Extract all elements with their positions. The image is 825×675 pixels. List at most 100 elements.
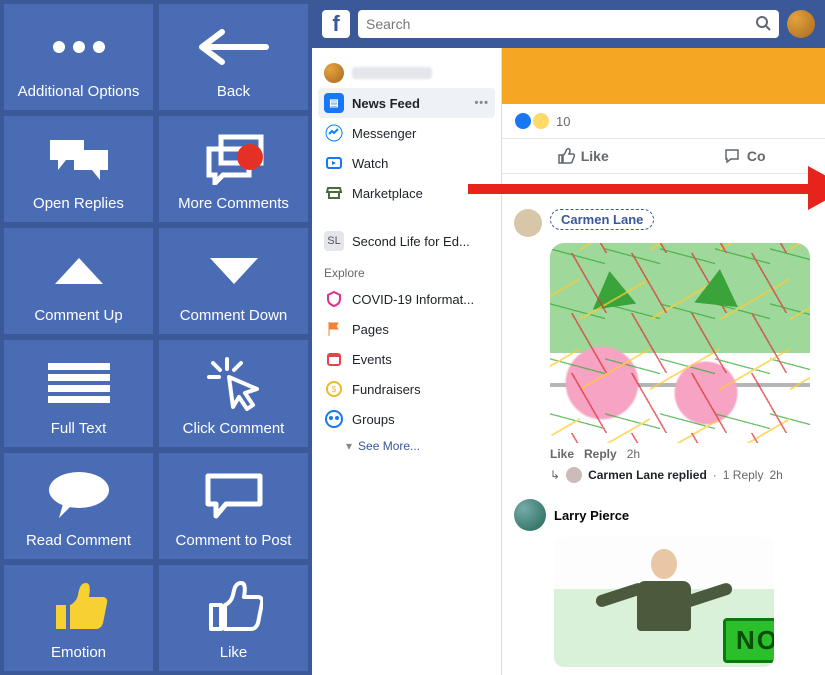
tile-label: Click Comment	[183, 420, 285, 441]
reactions-row[interactable]: 10	[502, 104, 825, 138]
comment-like-link[interactable]: Like	[550, 447, 574, 461]
tile-open-replies[interactable]: Open Replies	[4, 116, 153, 222]
reaction-haha-icon	[532, 112, 550, 130]
tile-click-comment[interactable]: Click Comment	[159, 340, 308, 446]
triangle-down-icon	[161, 234, 306, 307]
marketplace-icon	[324, 183, 344, 203]
groups-icon	[324, 409, 344, 429]
commenter-avatar[interactable]	[514, 499, 546, 531]
commenter-avatar[interactable]	[514, 209, 542, 237]
comment-image[interactable]: NO	[554, 537, 774, 667]
no-sign-text: NO	[723, 618, 774, 663]
commenter-name[interactable]: Carmen Lane	[550, 209, 654, 230]
tile-emotion[interactable]: Emotion	[4, 565, 153, 671]
comment-button[interactable]: Co	[664, 139, 825, 173]
comment-2-header: Larry Pierce	[502, 499, 825, 531]
highlight-indicator-icon	[237, 144, 263, 170]
tile-label: Read Comment	[26, 532, 131, 553]
sidebar-item-group-shortcut[interactable]: SL Second Life for Ed...	[318, 226, 495, 256]
sidebar-label: Watch	[352, 156, 388, 171]
tile-label: Back	[217, 83, 250, 104]
svg-text:$: $	[332, 385, 337, 394]
assistive-grid: Additional Options Back Open Replies Mor…	[0, 0, 312, 675]
fundraisers-icon: $	[324, 379, 344, 399]
tile-label: Emotion	[51, 644, 106, 665]
sidebar-item-watch[interactable]: Watch	[318, 148, 495, 178]
comment-timestamp: 2h	[627, 447, 640, 461]
search-icon	[755, 15, 771, 34]
tile-label: Additional Options	[18, 83, 140, 104]
tile-label: Like	[220, 644, 248, 665]
sidebar-item-pages[interactable]: Pages	[318, 314, 495, 344]
tile-label: Full Text	[51, 420, 107, 441]
tile-additional-options[interactable]: Additional Options	[4, 4, 153, 110]
search-input[interactable]: Search	[358, 10, 779, 38]
facebook-logo-icon[interactable]: f	[322, 10, 350, 38]
triangle-up-icon	[6, 234, 151, 307]
comment-outline-icon	[161, 459, 306, 532]
tile-full-text[interactable]: Full Text	[4, 340, 153, 446]
sidebar-item-messenger[interactable]: Messenger	[318, 118, 495, 148]
sidebar-see-more[interactable]: ▾ See More...	[318, 434, 495, 458]
thumbs-up-icon	[557, 147, 575, 165]
tile-label: More Comments	[178, 195, 289, 216]
search-placeholder: Search	[366, 16, 755, 32]
view-more-comments-link[interactable]: View 3 more comments	[502, 174, 825, 205]
speech-bubble-solid-icon	[6, 459, 151, 532]
fb-feed: 10 Like Co View 3 more comments Carmen L…	[502, 48, 825, 675]
post-cover-banner	[502, 48, 825, 104]
sidebar-item-marketplace[interactable]: Marketplace	[318, 178, 495, 208]
thumbs-up-solid-icon	[6, 571, 151, 644]
profile-name-redacted	[352, 67, 432, 79]
sidebar-item-fundraisers[interactable]: $ Fundraisers	[318, 374, 495, 404]
comment-icon	[723, 147, 741, 165]
sidebar-section-header: Explore	[318, 256, 495, 284]
sidebar-item-profile[interactable]	[318, 58, 495, 88]
like-button[interactable]: Like	[502, 139, 664, 173]
sidebar-item-groups[interactable]: Groups	[318, 404, 495, 434]
text-lines-icon	[6, 346, 151, 419]
tile-comment-up[interactable]: Comment Up	[4, 228, 153, 334]
reply-arrow-icon: ↳	[550, 468, 560, 482]
back-arrow-icon	[161, 10, 306, 83]
tile-label: Open Replies	[33, 195, 124, 216]
tile-label: Comment to Post	[176, 532, 292, 553]
tile-like[interactable]: Like	[159, 565, 308, 671]
facebook-window: f Search ▤ News Feed ••• Messenger	[312, 0, 825, 675]
reaction-count: 10	[556, 114, 570, 129]
comment-meta: Like Reply 2h	[550, 443, 813, 467]
see-more-label: See More...	[358, 439, 420, 453]
fb-topbar: f Search	[312, 0, 825, 48]
group-icon: SL	[324, 231, 344, 251]
sidebar-label: COVID-19 Informat...	[352, 292, 474, 307]
sidebar-item-covid[interactable]: COVID-19 Informat...	[318, 284, 495, 314]
sidebar-label: Marketplace	[352, 186, 423, 201]
tile-comment-down[interactable]: Comment Down	[159, 228, 308, 334]
more-dots-icon[interactable]: •••	[474, 97, 489, 109]
sidebar-item-events[interactable]: Events	[318, 344, 495, 374]
chevron-down-icon: ▾	[346, 439, 352, 453]
sidebar-item-news-feed[interactable]: ▤ News Feed •••	[318, 88, 495, 118]
sidebar-label: Fundraisers	[352, 382, 421, 397]
tile-label: Comment Down	[180, 307, 288, 328]
profile-avatar[interactable]	[787, 10, 815, 38]
sidebar-label: Groups	[352, 412, 395, 427]
tile-read-comment[interactable]: Read Comment	[4, 453, 153, 559]
events-calendar-icon	[324, 349, 344, 369]
comment-image[interactable]	[550, 243, 810, 443]
avatar-icon	[324, 63, 344, 83]
tile-back[interactable]: Back	[159, 4, 308, 110]
like-label: Like	[581, 148, 609, 164]
comment-reply-link[interactable]: Reply	[584, 447, 617, 461]
reaction-like-icon	[514, 112, 532, 130]
reply-count: 1 Reply	[723, 468, 764, 482]
figure-person-icon	[629, 549, 699, 659]
more-dots-icon	[6, 10, 151, 83]
reply-summary[interactable]: ↳ Carmen Lane replied · 1 Reply 2h	[550, 467, 813, 491]
speech-bubbles-icon	[6, 122, 151, 195]
sidebar-label: News Feed	[352, 96, 420, 111]
post-action-bar: Like Co	[502, 138, 825, 174]
tile-comment-to-post[interactable]: Comment to Post	[159, 453, 308, 559]
commenter-name[interactable]: Larry Pierce	[554, 508, 629, 523]
tile-more-comments[interactable]: More Comments	[159, 116, 308, 222]
